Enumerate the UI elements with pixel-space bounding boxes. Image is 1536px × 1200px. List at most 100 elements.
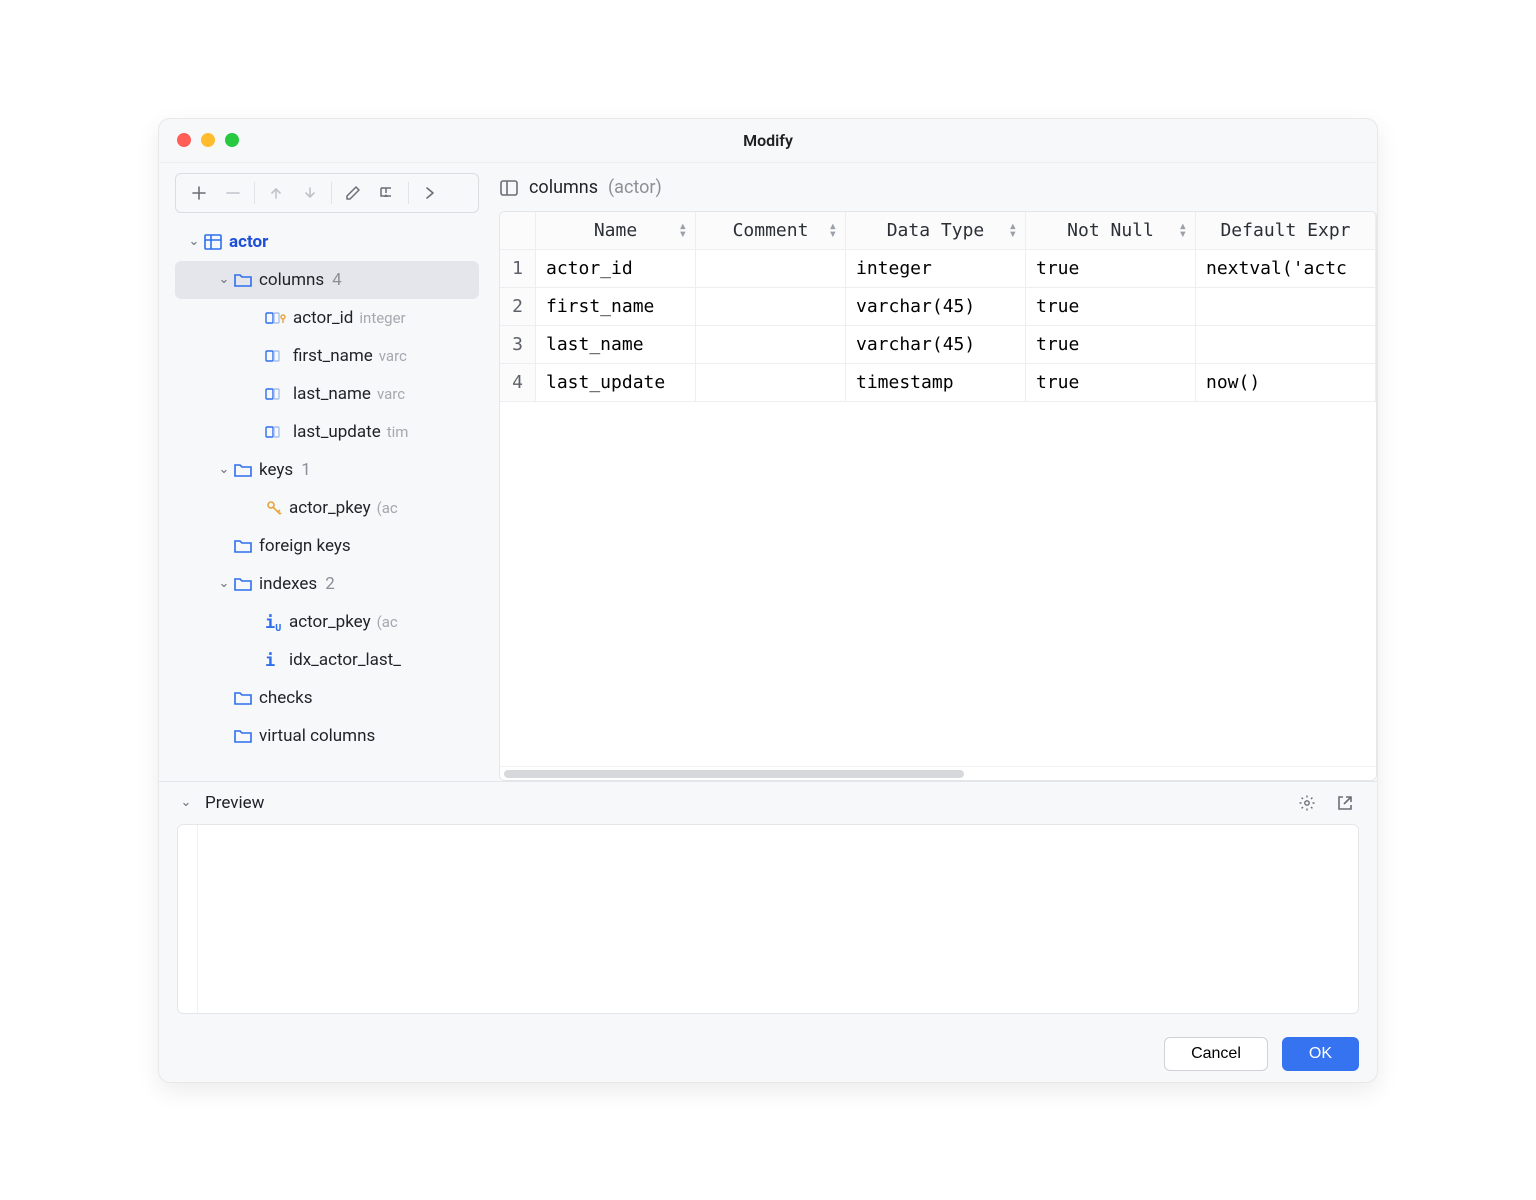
tree-label: first_name [293, 346, 373, 366]
cell-notnull[interactable]: true [1026, 326, 1196, 364]
table-icon [203, 232, 223, 252]
cell-default[interactable] [1196, 288, 1376, 326]
col-header-notnull[interactable]: Not Null▴▾ [1026, 212, 1196, 250]
content-area: ⌄ actor ⌄ columns 4 actor_id integer [159, 163, 1377, 781]
tree-hint: (ac [377, 613, 398, 631]
sort-icon: ▴▾ [829, 222, 837, 238]
source-icon [378, 185, 396, 201]
structure-tree[interactable]: ⌄ actor ⌄ columns 4 actor_id integer [175, 223, 479, 781]
tree-label: checks [259, 688, 313, 708]
columns-grid: Name▴▾ Comment▴▾ Data Type▴▾ Not Null▴▾ … [499, 211, 1377, 781]
titlebar: Modify [159, 119, 1377, 163]
cell-name[interactable]: first_name [536, 288, 696, 326]
cell-notnull[interactable]: true [1026, 364, 1196, 402]
cell-default[interactable]: nextval('actc [1196, 250, 1376, 288]
open-external-button[interactable] [1331, 789, 1359, 817]
tree-label: columns [259, 270, 324, 290]
tree-count: 2 [325, 574, 335, 594]
tree-index-item[interactable]: i idx_actor_last_ [175, 641, 479, 679]
tree-column-item[interactable]: last_name varc [175, 375, 479, 413]
tree-root-actor[interactable]: ⌄ actor [175, 223, 479, 261]
gutter-header [500, 212, 536, 250]
column-icon [265, 424, 287, 440]
tree-hint: integer [359, 309, 405, 327]
cancel-button[interactable]: Cancel [1164, 1037, 1268, 1071]
cell-comment[interactable] [696, 250, 846, 288]
horizontal-scrollbar[interactable] [500, 766, 1376, 780]
tree-column-item[interactable]: last_update tim [175, 413, 479, 451]
cell-comment[interactable] [696, 364, 846, 402]
column-key-icon [265, 310, 287, 326]
index-unique-icon: iU [265, 613, 283, 631]
columns-table[interactable]: Name▴▾ Comment▴▾ Data Type▴▾ Not Null▴▾ … [500, 212, 1376, 402]
ok-button[interactable]: OK [1282, 1037, 1359, 1071]
sort-icon: ▴▾ [1179, 222, 1187, 238]
table-row[interactable]: 2 first_name varchar(45) true [500, 288, 1376, 326]
cell-notnull[interactable]: true [1026, 250, 1196, 288]
tree-hint: (ac [377, 499, 398, 517]
add-button[interactable] [182, 178, 216, 208]
chevron-down-icon[interactable]: ⌄ [177, 795, 195, 810]
tree-label: last_name [293, 384, 371, 404]
gear-icon [1298, 794, 1316, 812]
panel-icon [499, 178, 519, 198]
cell-datatype[interactable]: varchar(45) [846, 288, 1026, 326]
folder-icon [233, 726, 253, 746]
modify-dialog: Modify [158, 118, 1378, 1083]
col-header-datatype[interactable]: Data Type▴▾ [846, 212, 1026, 250]
settings-button[interactable] [1293, 789, 1321, 817]
cell-default[interactable] [1196, 326, 1376, 364]
pencil-icon [345, 185, 361, 201]
tree-group-foreign-keys[interactable]: foreign keys [175, 527, 479, 565]
table-row[interactable]: 3 last_name varchar(45) true [500, 326, 1376, 364]
tree-group-indexes[interactable]: ⌄ indexes 2 [175, 565, 479, 603]
tree-group-virtual-columns[interactable]: virtual columns [175, 717, 479, 755]
structure-pane: ⌄ actor ⌄ columns 4 actor_id integer [159, 173, 479, 781]
tree-key-item[interactable]: actor_pkey (ac [175, 489, 479, 527]
tree-column-item[interactable]: first_name varc [175, 337, 479, 375]
cell-name[interactable]: last_update [536, 364, 696, 402]
tree-index-item[interactable]: iU actor_pkey (ac [175, 603, 479, 641]
col-header-name[interactable]: Name▴▾ [536, 212, 696, 250]
tree-label: idx_actor_last_ [289, 650, 401, 670]
tree-column-item[interactable]: actor_id integer [175, 299, 479, 337]
preview-header: ⌄ Preview [159, 782, 1377, 824]
cell-name[interactable]: last_name [536, 326, 696, 364]
chevron-right-icon [423, 186, 437, 200]
remove-button[interactable] [216, 178, 250, 208]
col-header-default[interactable]: Default Expr [1196, 212, 1376, 250]
go-button[interactable] [413, 178, 447, 208]
cell-comment[interactable] [696, 326, 846, 364]
preview-area[interactable] [177, 824, 1359, 1014]
tree-group-checks[interactable]: checks [175, 679, 479, 717]
tree-label: actor [229, 232, 268, 252]
cell-datatype[interactable]: integer [846, 250, 1026, 288]
chevron-down-icon: ⌄ [185, 234, 203, 249]
move-up-button[interactable] [259, 178, 293, 208]
minus-icon [225, 185, 241, 201]
cell-datatype[interactable]: varchar(45) [846, 326, 1026, 364]
row-number: 1 [500, 250, 536, 288]
table-row[interactable]: 1 actor_id integer true nextval('actc [500, 250, 1376, 288]
cell-name[interactable]: actor_id [536, 250, 696, 288]
plus-icon [191, 185, 207, 201]
cell-notnull[interactable]: true [1026, 288, 1196, 326]
scrollbar-thumb[interactable] [504, 770, 964, 778]
tree-group-keys[interactable]: ⌄ keys 1 [175, 451, 479, 489]
navigate-button[interactable] [370, 178, 404, 208]
col-header-comment[interactable]: Comment▴▾ [696, 212, 846, 250]
tree-group-columns[interactable]: ⌄ columns 4 [175, 261, 479, 299]
move-down-button[interactable] [293, 178, 327, 208]
column-icon [265, 348, 287, 364]
tree-label: last_update [293, 422, 381, 442]
row-number: 3 [500, 326, 536, 364]
tree-label: foreign keys [259, 536, 351, 556]
tree-label: actor_id [293, 308, 353, 328]
tree-label: actor_pkey [289, 612, 371, 632]
edit-button[interactable] [336, 178, 370, 208]
table-row[interactable]: 4 last_update timestamp true now() [500, 364, 1376, 402]
cell-default[interactable]: now() [1196, 364, 1376, 402]
sort-icon: ▴▾ [679, 222, 687, 238]
cell-datatype[interactable]: timestamp [846, 364, 1026, 402]
cell-comment[interactable] [696, 288, 846, 326]
